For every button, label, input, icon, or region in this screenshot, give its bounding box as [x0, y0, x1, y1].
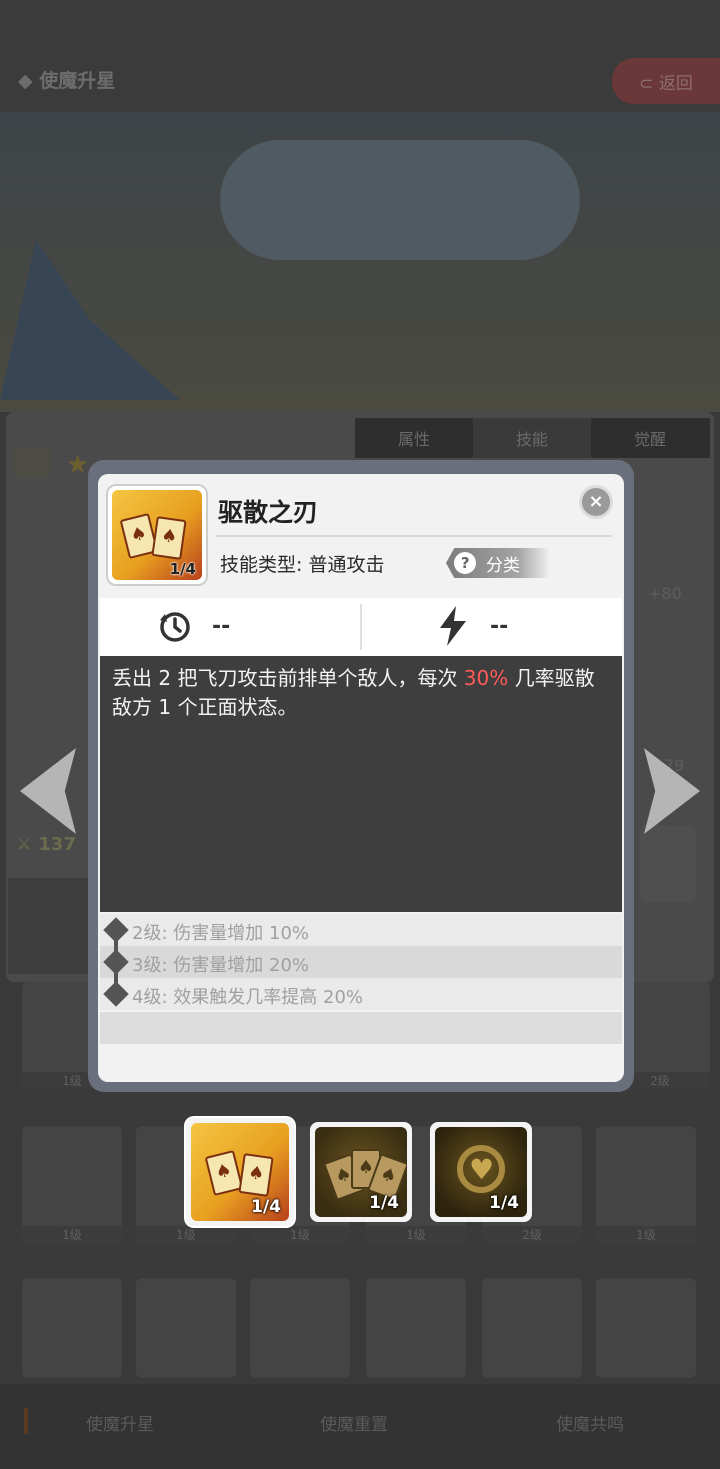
dagger-cards-icon: ♠ ♠ 1/4 — [112, 490, 202, 580]
hero-level: 1级 — [136, 1226, 236, 1244]
category-label: 分类 — [486, 555, 520, 576]
tab-awaken[interactable]: 觉醒 — [591, 418, 709, 458]
hero-card[interactable] — [482, 1278, 582, 1378]
stat-panel-right — [640, 826, 696, 902]
star-icon: ★ — [66, 450, 90, 480]
skill-slot-count: 1/4 — [489, 1193, 519, 1213]
skill-slot-count: 1/4 — [251, 1197, 281, 1217]
skill-icon: ♠ ♠ 1/4 — [108, 486, 206, 584]
hero-level: 1级 — [250, 1226, 350, 1244]
stat-panel-left — [8, 878, 98, 974]
hero-level: 1级 — [366, 1226, 466, 1244]
tab-attributes[interactable]: 属性 — [355, 418, 473, 458]
hero-card[interactable]: 1级 — [596, 1126, 696, 1244]
hero-card[interactable] — [366, 1278, 466, 1378]
hero-card[interactable] — [136, 1278, 236, 1378]
tab-skills[interactable]: 技能 — [473, 418, 591, 458]
stat-bonus: +80 — [648, 584, 682, 603]
skill-icon-count: 1/4 — [169, 560, 196, 578]
hero-card[interactable] — [250, 1278, 350, 1378]
heart-shield-icon: ♥ 1/4 — [435, 1127, 527, 1217]
level-4-text: 4级: 效果触发几率提高 20% — [132, 987, 363, 1008]
attack-stat: ⚔ 137 — [16, 834, 76, 855]
skill-type: 技能类型: 普通攻击 — [220, 554, 385, 576]
skill-slot-2[interactable]: ♠ ♠ ♠ 1/4 — [310, 1122, 412, 1222]
category-button[interactable]: ? 分类 — [446, 548, 550, 578]
background-cloud — [220, 140, 580, 260]
skill-slot-count: 1/4 — [369, 1193, 399, 1213]
skill-description: 丢出 2 把飞刀攻击前排单个敌人，每次 30% 几率驱散敌方 1 个正面状态。 — [112, 666, 595, 719]
skill-name: 驱散之刃 — [218, 498, 319, 527]
tab-reset[interactable]: 使魔重置 — [320, 1410, 388, 1435]
filter-icon[interactable] — [14, 448, 50, 478]
hero-level: 1级 — [22, 1226, 122, 1244]
dagger-cards-icon: ♠ ♠ 1/4 — [191, 1123, 289, 1221]
heart-icon: ♥ — [469, 1153, 495, 1186]
level-row-empty — [100, 1012, 622, 1044]
stats-divider — [360, 604, 362, 650]
top-bar — [0, 0, 720, 112]
level-3-text: 3级: 伤害量增加 20% — [132, 955, 309, 976]
energy-icon — [440, 606, 466, 646]
page-title: ◆ 使魔升星 — [18, 70, 116, 92]
hero-card[interactable]: 1级 — [22, 1126, 122, 1244]
hero-level: 1级 — [596, 1226, 696, 1244]
question-icon: ? — [449, 548, 481, 578]
bottom-tab-bar: 使魔升星 使魔重置 使魔共鸣 — [0, 1384, 720, 1469]
attack-stat-value: 137 — [38, 834, 76, 855]
close-icon[interactable]: × — [582, 488, 610, 516]
description-highlight: 30% — [463, 666, 509, 690]
spade-card-icon: ♠ — [204, 1149, 244, 1197]
spade-card-icon: ♠ — [151, 516, 187, 560]
energy-value: -- — [490, 614, 509, 639]
card-fan-icon: ♠ ♠ ♠ 1/4 — [315, 1127, 407, 1217]
back-button[interactable]: ⊂ 返回 — [612, 58, 720, 104]
cooldown-value: -- — [212, 614, 231, 639]
skill-slot-3[interactable]: ♥ 1/4 — [430, 1122, 532, 1222]
cooldown-icon — [160, 612, 190, 642]
spade-card-icon: ♠ — [238, 1153, 274, 1197]
detail-tabs: 属性 技能 觉醒 — [355, 418, 710, 458]
divider — [216, 535, 612, 537]
skill-slot-1[interactable]: ♠ ♠ 1/4 — [186, 1118, 294, 1226]
hero-card[interactable] — [22, 1278, 122, 1378]
level-2-text: 2级: 伤害量增加 10% — [132, 923, 309, 944]
tab-resonance[interactable]: 使魔共鸣 — [556, 1410, 624, 1435]
hero-card[interactable] — [596, 1278, 696, 1378]
hero-level: 2级 — [482, 1226, 582, 1244]
active-tab-indicator — [24, 1408, 28, 1434]
tab-star-up[interactable]: 使魔升星 — [86, 1410, 154, 1435]
